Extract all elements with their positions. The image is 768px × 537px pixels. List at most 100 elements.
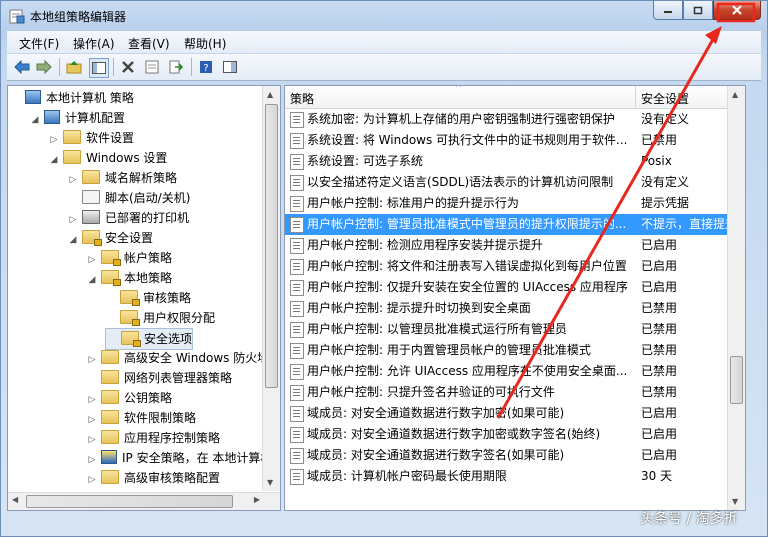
- policy-icon: [290, 112, 304, 128]
- up-level-button[interactable]: [65, 58, 83, 76]
- policy-name: 用户帐户控制: 用于内置管理员帐户的管理员批准模式: [307, 343, 591, 357]
- export-icon: [169, 60, 183, 74]
- show-tree-button[interactable]: [89, 58, 109, 78]
- policy-row[interactable]: 以安全描述符定义语言(SDDL)语法表示的计算机访问限制 没有定义: [285, 172, 728, 193]
- tree-item[interactable]: ▷ 应用程序控制策略: [86, 428, 220, 448]
- properties-button[interactable]: [143, 58, 161, 76]
- tree-item[interactable]: ▷ 已部署的打印机: [67, 208, 189, 228]
- policy-row[interactable]: 域成员: 计算机帐户密码最长使用期限 30 天: [285, 466, 728, 487]
- policy-row[interactable]: 用户帐户控制: 检测应用程序安装并提示提升 已启用: [285, 235, 728, 256]
- expand-icon[interactable]: ▷: [86, 410, 98, 430]
- tree-item-label: 安全设置: [105, 231, 154, 245]
- tree-item[interactable]: ▷ 高级审核策略配置: [86, 468, 220, 488]
- column-header-setting[interactable]: 安全设置: [641, 90, 689, 107]
- expand-icon[interactable]: ▷: [86, 430, 98, 450]
- app-window: 本地组策略编辑器 文件(F) 操作(A) 查看(V) 帮助(H) ? 本地计算机…: [0, 0, 768, 537]
- expand-icon[interactable]: ▷: [86, 450, 98, 470]
- tree-item[interactable]: ◢ Windows 设置: [48, 148, 167, 168]
- help-button[interactable]: ?: [197, 58, 215, 76]
- tree-item[interactable]: ▷ 软件限制策略: [86, 408, 196, 428]
- tree-item[interactable]: ◢ 计算机配置: [29, 108, 125, 128]
- script-icon: [82, 190, 100, 204]
- menu-view[interactable]: 查看(V): [128, 35, 170, 52]
- tree-item[interactable]: ▷ 高级安全 Windows 防火墙: [86, 348, 269, 368]
- policy-name: 系统设置: 将 Windows 可执行文件中的证书规则用于软件...: [307, 133, 628, 147]
- help-icon: ?: [200, 61, 212, 74]
- tree-item[interactable]: ◢ 本地策略: [86, 268, 172, 288]
- policy-row[interactable]: 系统设置: 可选子系统 Posix: [285, 151, 728, 172]
- policy-row[interactable]: 域成员: 对安全通道数据进行数字签名(如果可能) 已启用: [285, 445, 728, 466]
- expand-icon[interactable]: ▷: [86, 250, 98, 270]
- collapse-icon[interactable]: ◢: [86, 270, 98, 290]
- tree-item[interactable]: ▷ 帐户策略: [86, 248, 172, 268]
- menu-help[interactable]: 帮助(H): [184, 35, 226, 52]
- tree-item[interactable]: ▷ 软件设置: [48, 128, 134, 148]
- policy-setting: 30 天: [641, 469, 673, 483]
- tree-item[interactable]: 安全选项: [105, 328, 194, 350]
- tree-item[interactable]: ▷ 公钥策略: [86, 388, 172, 408]
- policy-icon: [290, 133, 304, 149]
- policy-list: 策略 ^ 安全设置 系统加密: 为计算机上存储的用户密钥强制进行强密钥保护 没有定…: [284, 85, 746, 511]
- policy-icon: [290, 259, 304, 275]
- policy-row[interactable]: 用户帐户控制: 用于内置管理员帐户的管理员批准模式 已禁用: [285, 340, 728, 361]
- close-button[interactable]: [713, 1, 761, 20]
- menu-action[interactable]: 操作(A): [73, 35, 115, 52]
- title-bar: 本地组策略编辑器: [1, 1, 767, 31]
- export-list-button[interactable]: [167, 58, 185, 76]
- tree-item[interactable]: 脚本(启动/关机): [67, 188, 190, 208]
- tree-item-label: 安全选项: [144, 332, 193, 346]
- tree-item[interactable]: ▷ 域名解析策略: [67, 168, 177, 188]
- expand-icon[interactable]: ▷: [67, 170, 79, 190]
- maximize-button[interactable]: [683, 1, 713, 20]
- tree-item[interactable]: 网络列表管理器策略: [86, 368, 232, 388]
- minimize-button[interactable]: [653, 1, 683, 20]
- policy-row[interactable]: 用户帐户控制: 以管理员批准模式运行所有管理员 已禁用: [285, 319, 728, 340]
- policy-row[interactable]: 用户帐户控制: 标准用户的提升提示行为 提示凭据: [285, 193, 728, 214]
- policy-row[interactable]: 用户帐户控制: 将文件和注册表写入错误虚拟化到每用户位置 已启用: [285, 256, 728, 277]
- policy-row[interactable]: 域成员: 对安全通道数据进行数字加密(如果可能) 已启用: [285, 403, 728, 424]
- tree-item-label: 高级审核策略配置: [124, 471, 221, 485]
- policy-row[interactable]: 用户帐户控制: 允许 UIAccess 应用程序在不使用安全桌面... 已禁用: [285, 361, 728, 382]
- tree-vertical-scrollbar[interactable]: ▲ ▼: [262, 86, 280, 491]
- policy-row[interactable]: 用户帐户控制: 仅提升安装在安全位置的 UIAccess 应用程序 已启用: [285, 277, 728, 298]
- collapse-icon[interactable]: ◢: [67, 230, 79, 250]
- expand-icon[interactable]: ▷: [86, 350, 98, 370]
- policy-name: 以安全描述符定义语言(SDDL)语法表示的计算机访问限制: [307, 175, 614, 189]
- policy-row[interactable]: 用户帐户控制: 提示提升时切换到安全桌面 已禁用: [285, 298, 728, 319]
- tree-item-label: 计算机配置: [65, 111, 126, 125]
- policy-row[interactable]: 系统加密: 为计算机上存储的用户密钥强制进行强密钥保护 没有定义: [285, 109, 728, 130]
- tree-item[interactable]: ▷ IP 安全策略，在 本地计算机: [86, 448, 272, 468]
- policy-name: 用户帐户控制: 以管理员批准模式运行所有管理员: [307, 322, 567, 336]
- expand-icon[interactable]: ▷: [86, 390, 98, 410]
- show-action-pane-button[interactable]: [221, 58, 239, 76]
- policy-row[interactable]: 系统设置: 将 Windows 可执行文件中的证书规则用于软件... 已禁用: [285, 130, 728, 151]
- policy-icon: [290, 448, 304, 464]
- collapse-icon[interactable]: ◢: [29, 110, 41, 130]
- expand-icon[interactable]: ▷: [48, 130, 60, 150]
- menu-file[interactable]: 文件(F): [19, 35, 59, 52]
- tree-item[interactable]: ◢ 安全设置: [67, 228, 153, 248]
- list-vertical-scrollbar[interactable]: ▲ ▼: [727, 86, 745, 510]
- forward-button[interactable]: [35, 58, 53, 76]
- tree-item[interactable]: 本地计算机 策略: [10, 88, 134, 108]
- policy-icon: [290, 469, 304, 485]
- tree-item[interactable]: 审核策略: [105, 288, 191, 308]
- back-button[interactable]: [13, 58, 31, 76]
- policy-row[interactable]: 用户帐户控制: 管理员批准模式中管理员的提升权限提示的... 不提示，直接提升: [285, 214, 731, 235]
- tree-item[interactable]: 用户权限分配: [105, 308, 215, 328]
- policy-row[interactable]: 用户帐户控制: 只提升签名并验证的可执行文件 已禁用: [285, 382, 728, 403]
- delete-button[interactable]: [119, 58, 137, 76]
- policy-row[interactable]: 域成员: 对安全通道数据进行数字加密或数字签名(始终) 已启用: [285, 424, 728, 445]
- tree-item-label: 已部署的打印机: [105, 211, 190, 225]
- tree-horizontal-scrollbar[interactable]: ◀ ▶: [8, 492, 280, 510]
- tree-item-label: IP 安全策略，在 本地计算机: [122, 451, 273, 465]
- policy-setting: 已启用: [641, 280, 678, 294]
- expand-icon[interactable]: ▷: [67, 210, 79, 230]
- collapse-icon[interactable]: ◢: [48, 150, 60, 170]
- expand-icon[interactable]: ▷: [86, 470, 98, 490]
- policy-name: 用户帐户控制: 仅提升安装在安全位置的 UIAccess 应用程序: [307, 280, 628, 294]
- policy-setting: 已启用: [641, 427, 678, 441]
- policy-icon: [290, 427, 304, 443]
- tree-item-label: 帐户策略: [124, 251, 173, 265]
- column-header-policy[interactable]: 策略: [290, 90, 314, 107]
